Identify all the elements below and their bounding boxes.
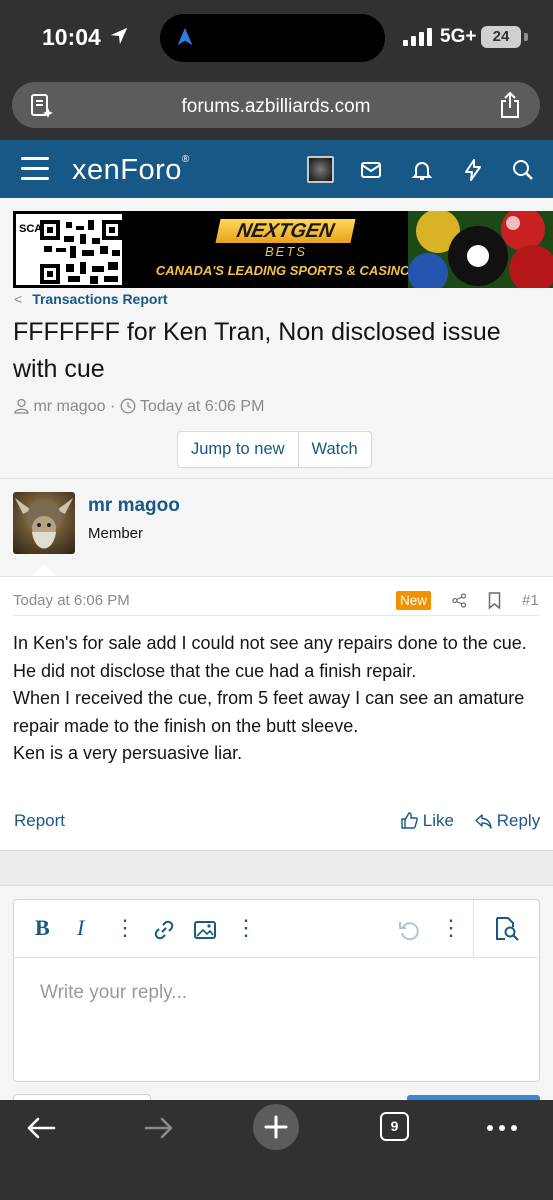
more-text-options-icon[interactable]: ⋮	[114, 915, 136, 941]
battery-tip	[524, 33, 528, 41]
post-line: When I received the cue, from 5 feet awa…	[13, 688, 525, 736]
tabs-button[interactable]: 9	[380, 1112, 409, 1141]
ad-banner[interactable]: SCAN NEXTGEN BETS CANADA'S LEADING SPORT…	[13, 211, 553, 288]
user-icon	[14, 398, 29, 414]
breadcrumb[interactable]: < Transactions Report	[14, 291, 168, 307]
back-arrow-icon[interactable]	[26, 1116, 56, 1140]
editor-toolbar: B I ⋮ ⋮ ⋮	[14, 900, 539, 958]
status-bar: 10:04 5G+ 24	[0, 0, 553, 76]
reply-placeholder: Write your reply...	[40, 982, 188, 1003]
image-icon[interactable]	[194, 921, 216, 939]
bell-icon[interactable]	[410, 158, 434, 182]
viking-avatar-image	[15, 498, 73, 549]
bookmark-icon[interactable]	[488, 592, 501, 609]
post-line: Ken is a very persuasive liar.	[13, 743, 243, 763]
post-user-block: mr magoo Member	[0, 478, 553, 577]
thread-author[interactable]: mr magoo	[33, 398, 105, 415]
thread-actions: Jump to new Watch	[177, 431, 372, 468]
new-badge: New	[396, 591, 432, 610]
post-number[interactable]: #1	[522, 592, 539, 609]
signal-icon	[403, 28, 432, 46]
user-title: Member	[88, 525, 144, 542]
avatar[interactable]	[13, 492, 75, 554]
breadcrumb-link[interactable]: Transactions Report	[32, 291, 167, 307]
address-bar[interactable]: forums.azbilliards.com	[12, 82, 540, 128]
thread-title: FFFFFFF for Ken Tran, Non disclosed issu…	[13, 318, 501, 383]
post-divider	[13, 615, 540, 616]
like-label: Like	[422, 811, 454, 830]
link-icon[interactable]	[153, 919, 175, 941]
preview-icon	[496, 917, 519, 941]
post-date[interactable]: Today at 6:06 PM	[13, 592, 130, 609]
reply-editor[interactable]: B I ⋮ ⋮ ⋮ Write your reply...	[13, 899, 540, 1082]
preview-button[interactable]	[473, 900, 539, 957]
jump-to-new-button[interactable]: Jump to new	[178, 432, 298, 467]
section-divider	[0, 850, 553, 886]
thumbs-up-icon	[401, 812, 418, 829]
thread-meta: mr magoo · Today at 6:06 PM	[14, 398, 264, 416]
post-line: He did not disclose that the cue had a f…	[13, 660, 417, 681]
more-options-icon[interactable]: ⋮	[440, 915, 462, 941]
logo-mark: ®	[181, 154, 190, 165]
italic-button[interactable]: I	[77, 915, 84, 941]
reply-icon	[475, 814, 492, 829]
search-icon[interactable]	[511, 158, 535, 182]
quick-reply: B I ⋮ ⋮ ⋮ Write your reply...	[0, 886, 553, 1100]
post-content: In Ken's for sale add I could not see an…	[13, 630, 543, 768]
billiard-balls-image	[408, 211, 553, 288]
report-link[interactable]: Report	[14, 811, 65, 831]
forward-arrow-icon[interactable]	[144, 1116, 174, 1140]
chevron-left-icon: <	[14, 291, 23, 307]
new-tab-button[interactable]	[253, 1104, 299, 1150]
share-icon[interactable]	[452, 593, 467, 608]
status-time: 10:04	[42, 24, 101, 50]
reply-label: Reply	[496, 811, 541, 830]
thread-time[interactable]: Today at 6:06 PM	[140, 398, 265, 415]
lightning-icon[interactable]	[461, 158, 485, 182]
dynamic-island	[160, 14, 385, 62]
mail-icon[interactable]	[359, 158, 383, 182]
more-insert-options-icon[interactable]: ⋮	[235, 915, 257, 941]
url-text: forums.azbilliards.com	[181, 96, 371, 117]
logo-text: xenForo	[72, 154, 182, 186]
post-body: Today at 6:06 PM New #1 In Ken's for sal…	[0, 576, 553, 850]
qr-box: SCAN	[13, 211, 125, 288]
account-avatar[interactable]	[307, 156, 334, 183]
menu-icon[interactable]	[21, 157, 49, 181]
clock-icon	[120, 398, 136, 414]
like-button[interactable]: Like	[401, 811, 454, 831]
bold-button[interactable]: B	[35, 915, 50, 941]
post-username[interactable]: mr magoo	[88, 495, 180, 517]
watch-button[interactable]: Watch	[297, 432, 371, 467]
navigation-arrow-icon	[177, 27, 193, 46]
qr-code-icon	[40, 220, 122, 284]
site-header: xenForo®	[0, 140, 553, 198]
browser-bar: forums.azbilliards.com	[0, 76, 553, 140]
post-line: In Ken's for sale add I could not see an…	[13, 633, 527, 653]
network-type: 5G+	[440, 26, 477, 47]
banner-tagline: CANADA'S LEADING SPORTS & CASINO	[155, 263, 411, 278]
site-logo[interactable]: xenForo®	[72, 154, 190, 187]
brand-logo: NEXTGEN	[215, 219, 356, 243]
reply-button[interactable]: Reply	[475, 811, 540, 831]
share-icon[interactable]	[498, 91, 522, 119]
undo-icon[interactable]	[398, 919, 420, 941]
browser-toolbar: 9	[0, 1100, 553, 1200]
brand-subtitle: BETS	[265, 244, 307, 259]
location-arrow-icon	[110, 27, 128, 45]
more-icon[interactable]	[486, 1124, 518, 1132]
plus-icon	[264, 1115, 288, 1139]
scan-label: SCAN	[19, 223, 51, 235]
post-pointer	[32, 564, 56, 576]
meta-separator: ·	[109, 398, 116, 415]
battery-icon: 24	[481, 26, 521, 48]
